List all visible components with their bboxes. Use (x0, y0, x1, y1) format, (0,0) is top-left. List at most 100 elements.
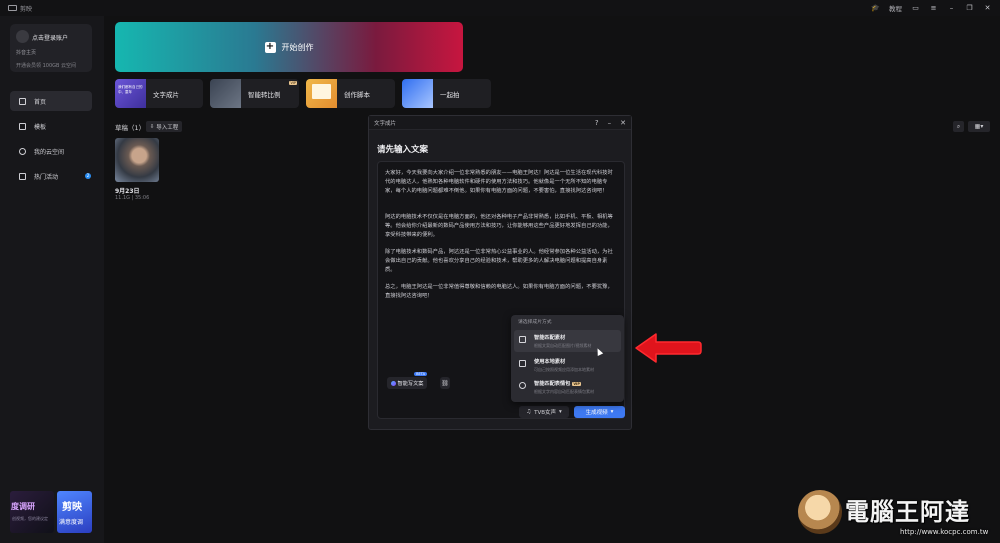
app-brand: 剪映 (8, 4, 32, 13)
voice-label: TVB女声 (534, 410, 557, 416)
ai-write-button[interactable]: 智能写文案 BETA (387, 372, 427, 389)
search-icon[interactable]: ⌕ (953, 121, 964, 132)
cloud-promo-link[interactable]: 开通会员领 100GB 云空间 (16, 62, 76, 69)
tool-thumbnail (402, 79, 433, 108)
tool-thumbnail: 我们都有自己的中、童年 (115, 79, 146, 108)
view-toggle-icon[interactable]: ▦▾ (968, 121, 990, 132)
flag-icon (19, 172, 26, 180)
menu-item-title: 智能匹配表情包 VIP (534, 380, 581, 387)
template-icon (19, 122, 26, 130)
dialog-header: 文字成片 ? – ✕ (369, 116, 631, 130)
close-icon[interactable]: ✕ (620, 119, 626, 127)
survey-banner[interactable]: 度调研 创视频，您的建议定 (10, 491, 54, 533)
ai-icon (390, 380, 396, 386)
local-media-icon (519, 360, 526, 367)
import-project-button[interactable]: ⇩ 导入工程 (146, 121, 182, 132)
sidebar: 点击登录账户 抖音主页 开通会员领 100GB 云空间 首页 模板 我的云空间 … (0, 16, 104, 543)
login-link[interactable]: 点击登录账户 (32, 33, 68, 42)
drafts-heading: 草稿（1） (115, 124, 146, 132)
menu-item-sub: 可自己按照视频应用添加本地素材 (534, 367, 594, 372)
sidebar-item-label: 首页 (34, 98, 47, 106)
survey-banner-title: 度调研 (11, 502, 35, 511)
menu-item-title: 智能匹配素材 (534, 335, 566, 341)
voice-select[interactable]: ♫ TVB女声 ▾ (519, 406, 569, 418)
menu-title: 请选择成片方式 (518, 320, 552, 325)
menu-item-sub: 根据文字内容自动匹配表情包素材 (534, 389, 594, 394)
sidebar-item-label: 热门活动 (34, 173, 59, 181)
tool-text-to-video[interactable]: 我们都有自己的中、童年 文字成片 (115, 79, 203, 108)
start-creating-label: 开始创作 (281, 42, 314, 52)
generation-mode-menu: 请选择成片方式 智能匹配素材 根据文案自动匹配图片/视频素材 使用本地素材 可自… (511, 315, 624, 402)
watermark-url: http://www.kocpc.com.tw (900, 528, 989, 536)
tool-label: 创作脚本 (344, 90, 370, 99)
smart-match-icon (519, 336, 526, 343)
sidebar-item-label: 模板 (34, 123, 47, 131)
close-icon[interactable]: ✕ (983, 4, 992, 13)
voice-icon: ♫ (526, 409, 532, 415)
menu-item-title: 使用本地素材 (534, 359, 566, 365)
chevron-down-icon: ▾ (559, 409, 562, 415)
import-icon: ⇩ (149, 123, 155, 130)
plus-icon: + (264, 40, 276, 53)
dialog-title: 文字成片 (374, 120, 397, 127)
sidebar-item-events[interactable]: 热门活动 2 (10, 166, 92, 186)
sidebar-item-cloud[interactable]: 我的云空间 (10, 141, 92, 161)
graduation-cap-icon[interactable]: 🎓 (871, 4, 880, 13)
app-logo-icon (8, 5, 17, 11)
import-project-label: 导入工程 (156, 124, 179, 131)
vip-badge: VIP (289, 81, 297, 85)
script-paragraph: 总之，电脑王阿达是一位非常值得尊敬和信赖的电脑达人。如果你有电脑方面的问题，不要… (385, 284, 613, 299)
generate-video-button[interactable]: 生成视频 ▾ (574, 406, 625, 418)
tool-script[interactable]: 创作脚本 (306, 79, 395, 108)
notification-badge: 2 (85, 173, 91, 179)
vip-badge: VIP (572, 381, 581, 386)
dialog-heading: 请先输入文案 (377, 145, 429, 155)
mascot-logo (798, 490, 842, 534)
menu-item-sub: 根据文案自动匹配图片/视频素材 (534, 343, 592, 348)
survey-banner-sub: 创视频，您的建议定 (12, 516, 48, 521)
menu-item-local-media[interactable]: 使用本地素材 可自己按照视频应用添加本地素材 (514, 354, 621, 376)
menu-item-smart-match[interactable]: 智能匹配素材 根据文案自动匹配图片/视频素材 (514, 330, 621, 352)
minimize-icon[interactable]: – (608, 119, 612, 127)
tool-label: 文字成片 (153, 90, 179, 99)
sidebar-item-templates[interactable]: 模板 (10, 116, 92, 136)
tool-shoot-together[interactable]: 一起拍 (402, 79, 491, 108)
sidebar-item-home[interactable]: 首页 (10, 91, 92, 111)
menu-item-title-text: 智能匹配表情包 (534, 381, 571, 387)
link-icon[interactable]: ⛓ (440, 377, 450, 389)
tutorial-link[interactable]: 教程 (889, 3, 902, 13)
draft-thumbnail[interactable] (115, 138, 159, 182)
draft-title[interactable]: 9月23日 (115, 186, 140, 195)
app-name: 剪映 (20, 5, 33, 13)
tool-smart-ratio[interactable]: 智能转比例 VIP (210, 79, 299, 108)
maximize-icon[interactable]: ❐ (965, 4, 974, 13)
red-arrow-annotation (635, 333, 702, 363)
tool-thumbnail-text: 我们都有自己的中、童年 (118, 85, 143, 94)
start-creating-button[interactable]: + 开始创作 (115, 22, 463, 72)
satisfaction-banner-sub: 满意度调 (59, 519, 84, 526)
avatar[interactable] (16, 30, 29, 43)
help-icon[interactable]: ? (595, 119, 599, 127)
sidebar-nav: 首页 模板 我的云空间 热门活动 2 (10, 91, 92, 191)
account-card[interactable]: 点击登录账户 抖音主页 开通会员领 100GB 云空间 (10, 24, 92, 72)
minimize-icon[interactable]: – (947, 4, 956, 13)
feedback-icon[interactable]: ▭ (911, 4, 920, 13)
tool-label: 智能转比例 (248, 90, 281, 99)
generate-video-label: 生成视频 (585, 410, 608, 416)
satisfaction-banner-title: 剪映 (62, 502, 82, 513)
satisfaction-banner[interactable]: 剪映 满意度调 (57, 491, 92, 533)
tool-label: 一起拍 (440, 90, 460, 99)
watermark: 電腦王阿達 http://www.kocpc.com.tw (790, 488, 995, 538)
draft-view-controls: ⌕ ▦▾ (953, 121, 990, 132)
script-paragraph: 大家好，今天我要向大家介绍一位非常熟悉的朋友——电脑王阿达！阿达是一位生活在现代… (385, 170, 613, 194)
settings-icon[interactable]: ≡ (929, 4, 938, 13)
chevron-down-icon: ▾ (610, 409, 614, 415)
cloud-icon (19, 147, 26, 155)
script-paragraph: 阿达的电脑技术不仅仅是在电脑方面的，他还对各种电子产品非常熟悉，比如手机、平板、… (385, 214, 613, 238)
douyin-link[interactable]: 抖音主页 (16, 49, 36, 56)
menu-item-sticker-match[interactable]: 智能匹配表情包 VIP 根据文字内容自动匹配表情包素材 (514, 376, 621, 398)
sidebar-item-label: 我的云空间 (34, 148, 65, 156)
beta-badge: BETA (414, 372, 427, 376)
ai-write-label: 智能写文案 (397, 380, 424, 387)
home-icon (19, 97, 26, 105)
